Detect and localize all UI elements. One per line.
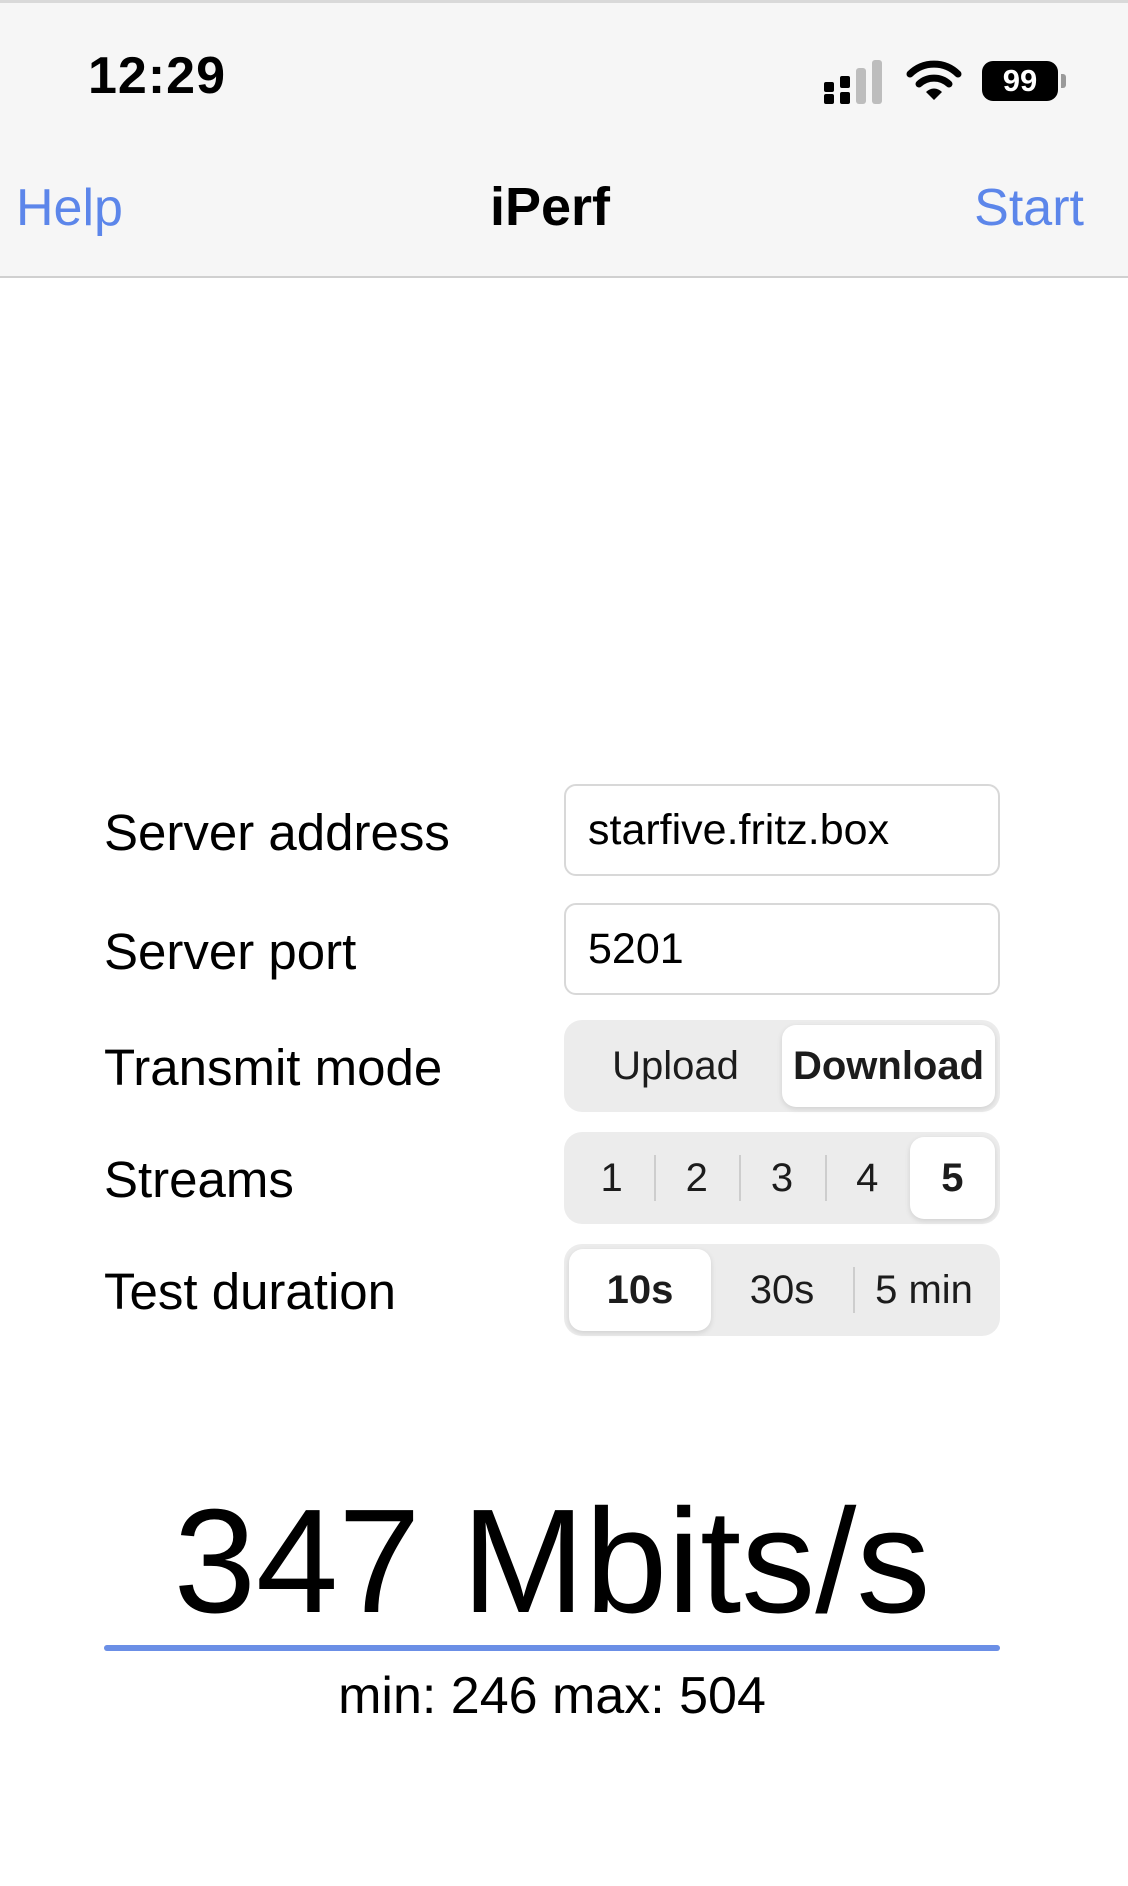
server-port-label: Server port xyxy=(104,923,357,980)
test-duration-10s[interactable]: 10s xyxy=(569,1249,711,1331)
throughput-min-max: min: 246 max: 504 xyxy=(338,1667,766,1725)
transmit-mode-download[interactable]: Download xyxy=(782,1025,995,1107)
test-duration-control: 10s 30s 5 min xyxy=(564,1244,1000,1336)
server-address-input[interactable] xyxy=(564,784,1000,876)
streams-option-4[interactable]: 4 xyxy=(824,1137,910,1219)
streams-label: Streams xyxy=(104,1151,294,1208)
test-duration-label: Test duration xyxy=(104,1263,397,1320)
progress-bar xyxy=(104,1645,1000,1651)
status-icons: 99 xyxy=(822,55,1066,107)
test-duration-5min[interactable]: 5 min xyxy=(853,1249,995,1331)
battery-level: 99 xyxy=(1002,63,1038,98)
wifi-icon xyxy=(906,60,962,100)
start-button[interactable]: Start xyxy=(974,178,1084,238)
transmit-mode-upload[interactable]: Upload xyxy=(569,1025,782,1107)
page-title: iPerf xyxy=(489,177,611,237)
cellular-signal-icon xyxy=(824,60,882,104)
battery-tip xyxy=(1061,74,1066,88)
streams-option-3[interactable]: 3 xyxy=(739,1137,824,1219)
transmit-mode-label: Transmit mode xyxy=(104,1039,443,1096)
test-duration-30s[interactable]: 30s xyxy=(711,1249,853,1331)
throughput-value: 347 Mbits/s xyxy=(173,1479,931,1644)
status-time: 12:29 xyxy=(88,47,226,105)
transmit-mode-control: Upload Download xyxy=(564,1020,1000,1112)
progress-bar-fill xyxy=(104,1645,1000,1651)
streams-option-1[interactable]: 1 xyxy=(569,1137,654,1219)
server-address-label: Server address xyxy=(104,804,450,861)
battery-icon: 99 xyxy=(982,61,1066,101)
server-port-input[interactable] xyxy=(564,903,1000,995)
streams-control: 1 2 3 4 5 xyxy=(564,1132,1000,1224)
streams-option-2[interactable]: 2 xyxy=(654,1137,739,1219)
top-border xyxy=(0,0,1128,3)
top-bar: 12:29 99 Help iPerf Start xyxy=(0,0,1128,278)
streams-option-5[interactable]: 5 xyxy=(909,1137,996,1219)
